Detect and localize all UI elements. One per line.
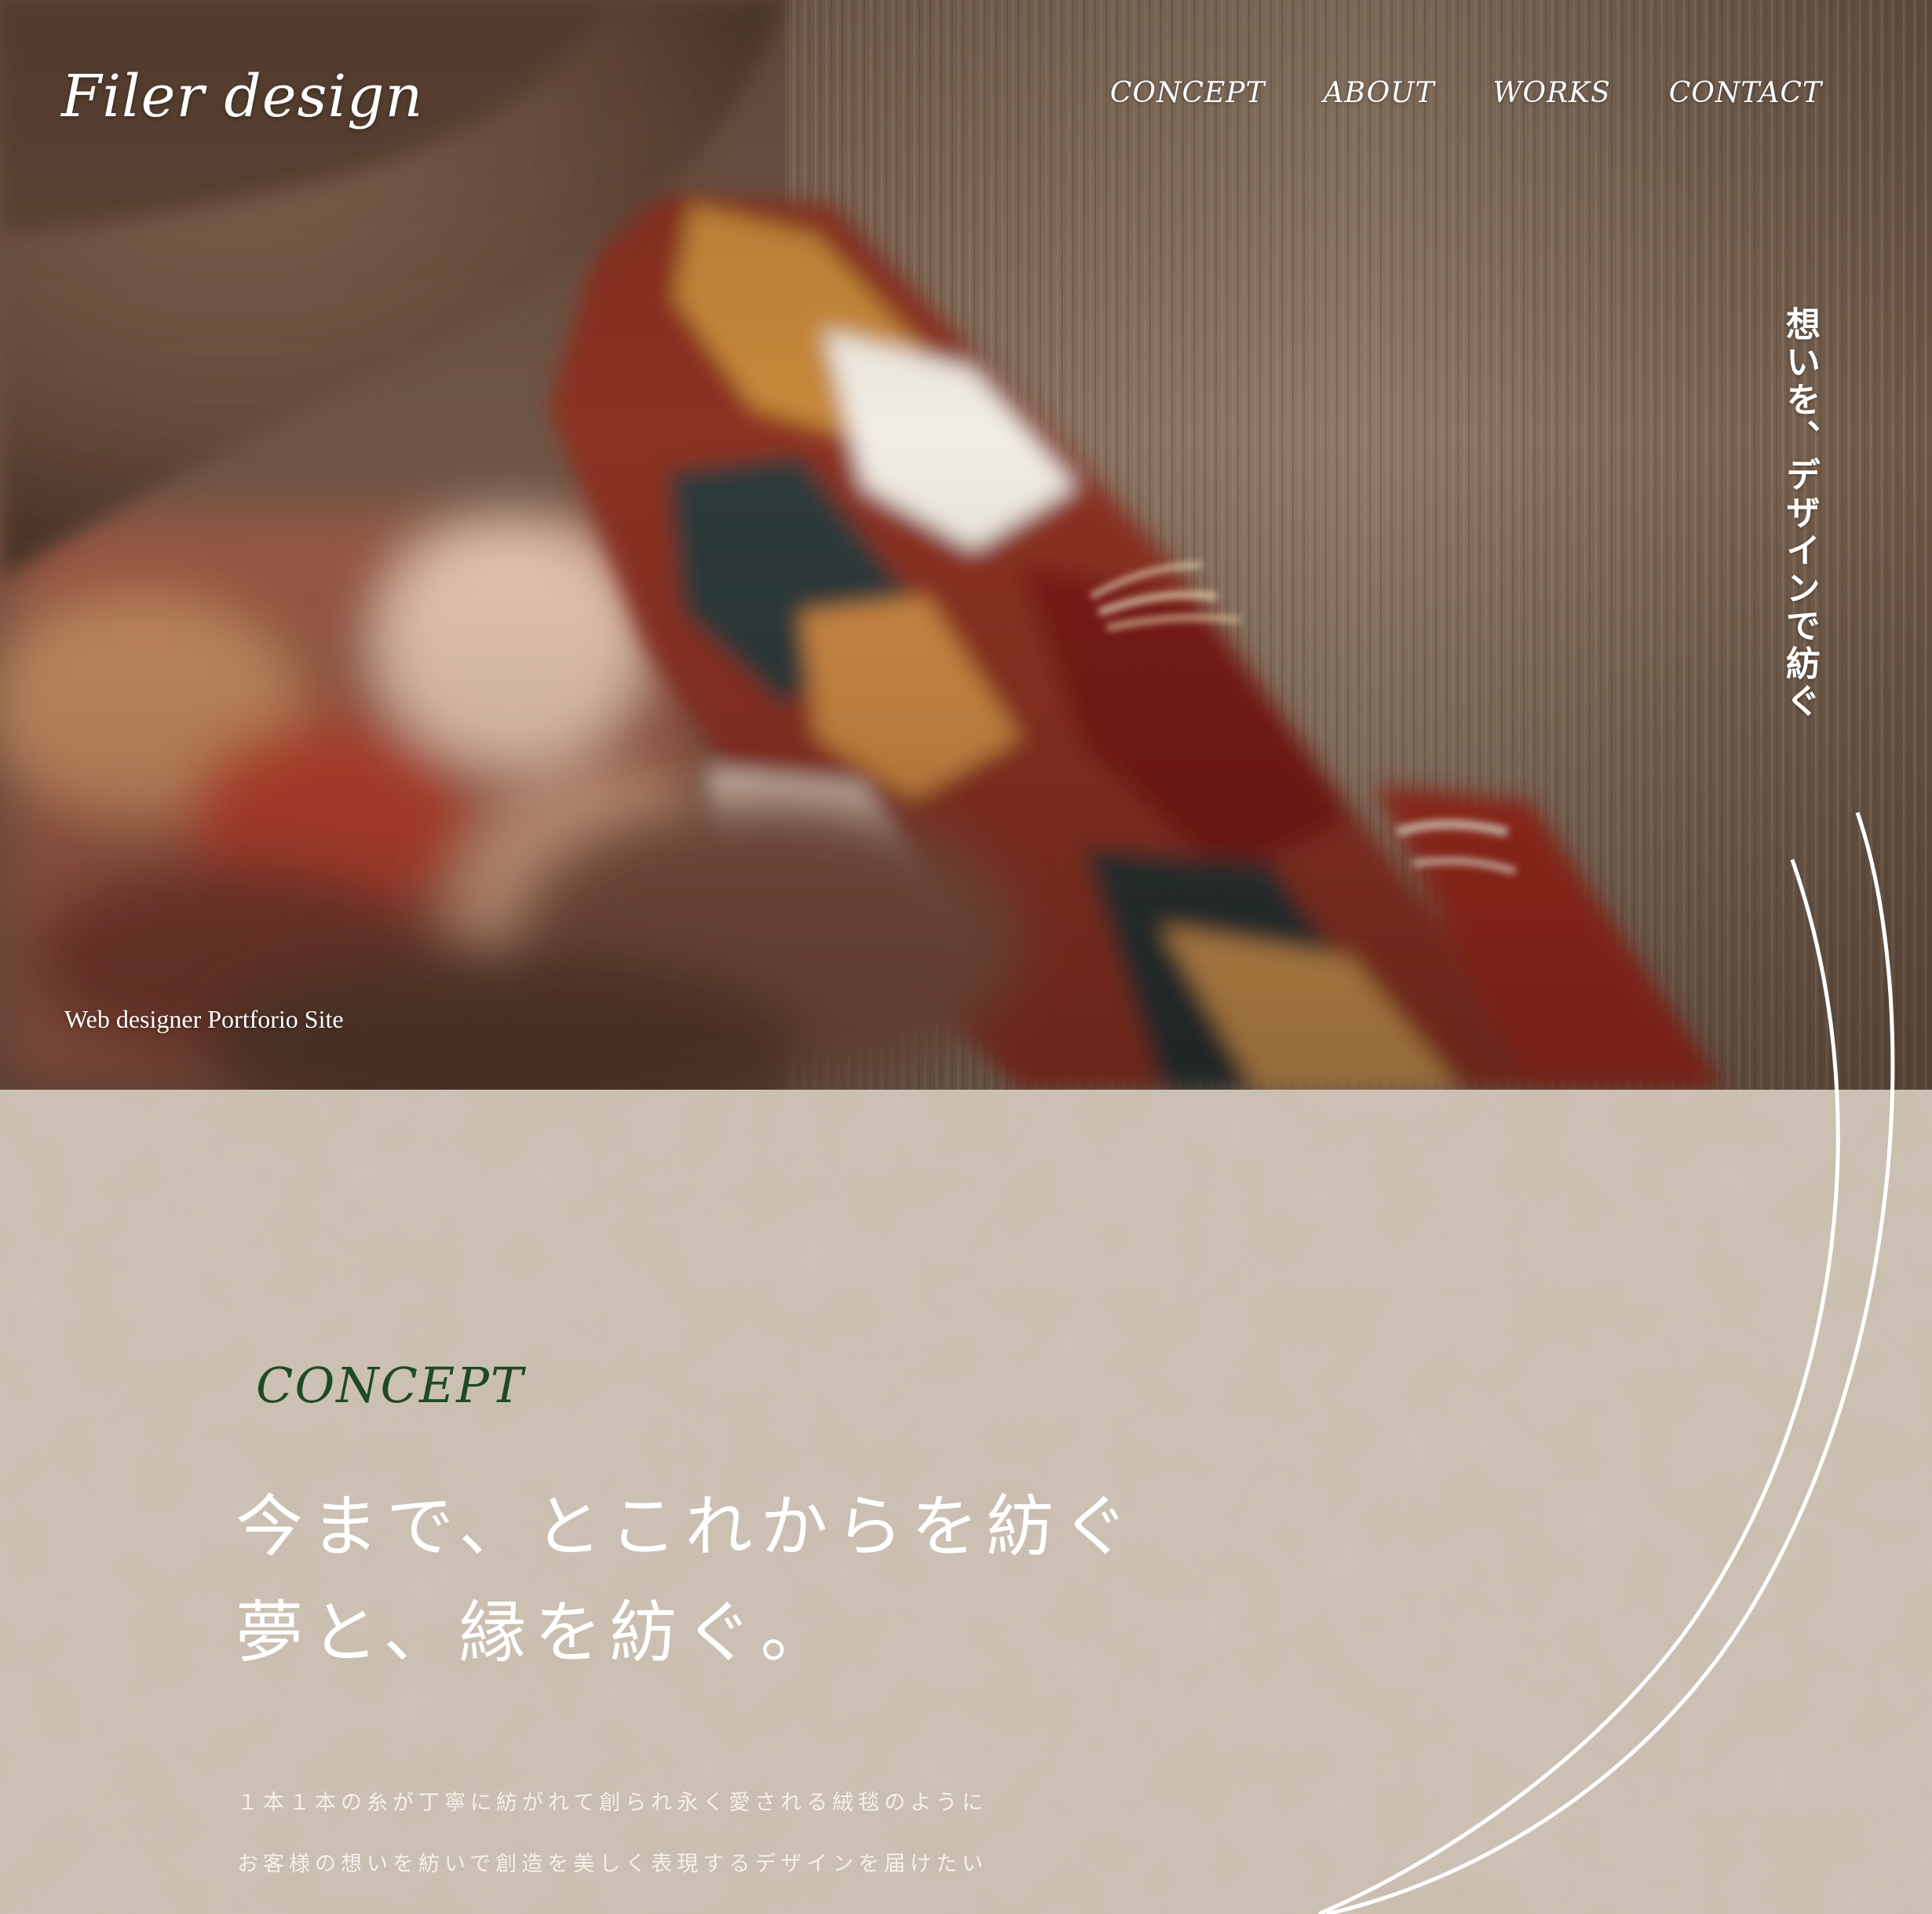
nav-item-works[interactable]: WORKS	[1493, 77, 1611, 109]
hero-photo-weaving-carpet	[0, 0, 1932, 1090]
concept-title-line-2: 夢と、縁を紡ぐ。	[236, 1594, 836, 1672]
hero-section: Filer design CONCEPT ABOUT WORKS CONTACT…	[0, 0, 1932, 1090]
nav-item-contact[interactable]: CONTACT	[1669, 77, 1822, 109]
page: Filer design CONCEPT ABOUT WORKS CONTACT…	[0, 0, 1932, 1914]
concept-section: CONCEPT 今まで、とこれからを紡ぐ 夢と、縁を紡ぐ。 １本１本の糸が丁寧に…	[0, 1090, 1932, 1914]
hero-subtitle: Web designer Portforio Site	[64, 1005, 344, 1033]
concept-body-line-2: お客様の想いを紡いで創造を美しく表現するデザインを届けたい	[237, 1852, 988, 1876]
site-logo[interactable]: Filer design	[61, 63, 423, 130]
hero-tagline-vertical: 想いを、デザインで紡ぐ	[1780, 306, 1820, 721]
concept-title: 今まで、とこれからを紡ぐ 夢と、縁を紡ぐ。	[236, 1474, 1138, 1686]
nav-item-concept[interactable]: CONCEPT	[1110, 77, 1265, 109]
concept-title-line-1: 今まで、とこれからを紡ぐ	[236, 1488, 1138, 1566]
concept-body: １本１本の糸が丁寧に紡がれて創られ永く愛される絨毯のように お客様の想いを紡いで…	[237, 1773, 988, 1895]
nav-item-about[interactable]: ABOUT	[1324, 77, 1435, 109]
main-nav: CONCEPT ABOUT WORKS CONTACT	[1110, 77, 1822, 109]
concept-heading: CONCEPT	[256, 1357, 525, 1414]
concept-body-line-1: １本１本の糸が丁寧に紡がれて創られ永く愛される絨毯のように	[237, 1791, 988, 1815]
